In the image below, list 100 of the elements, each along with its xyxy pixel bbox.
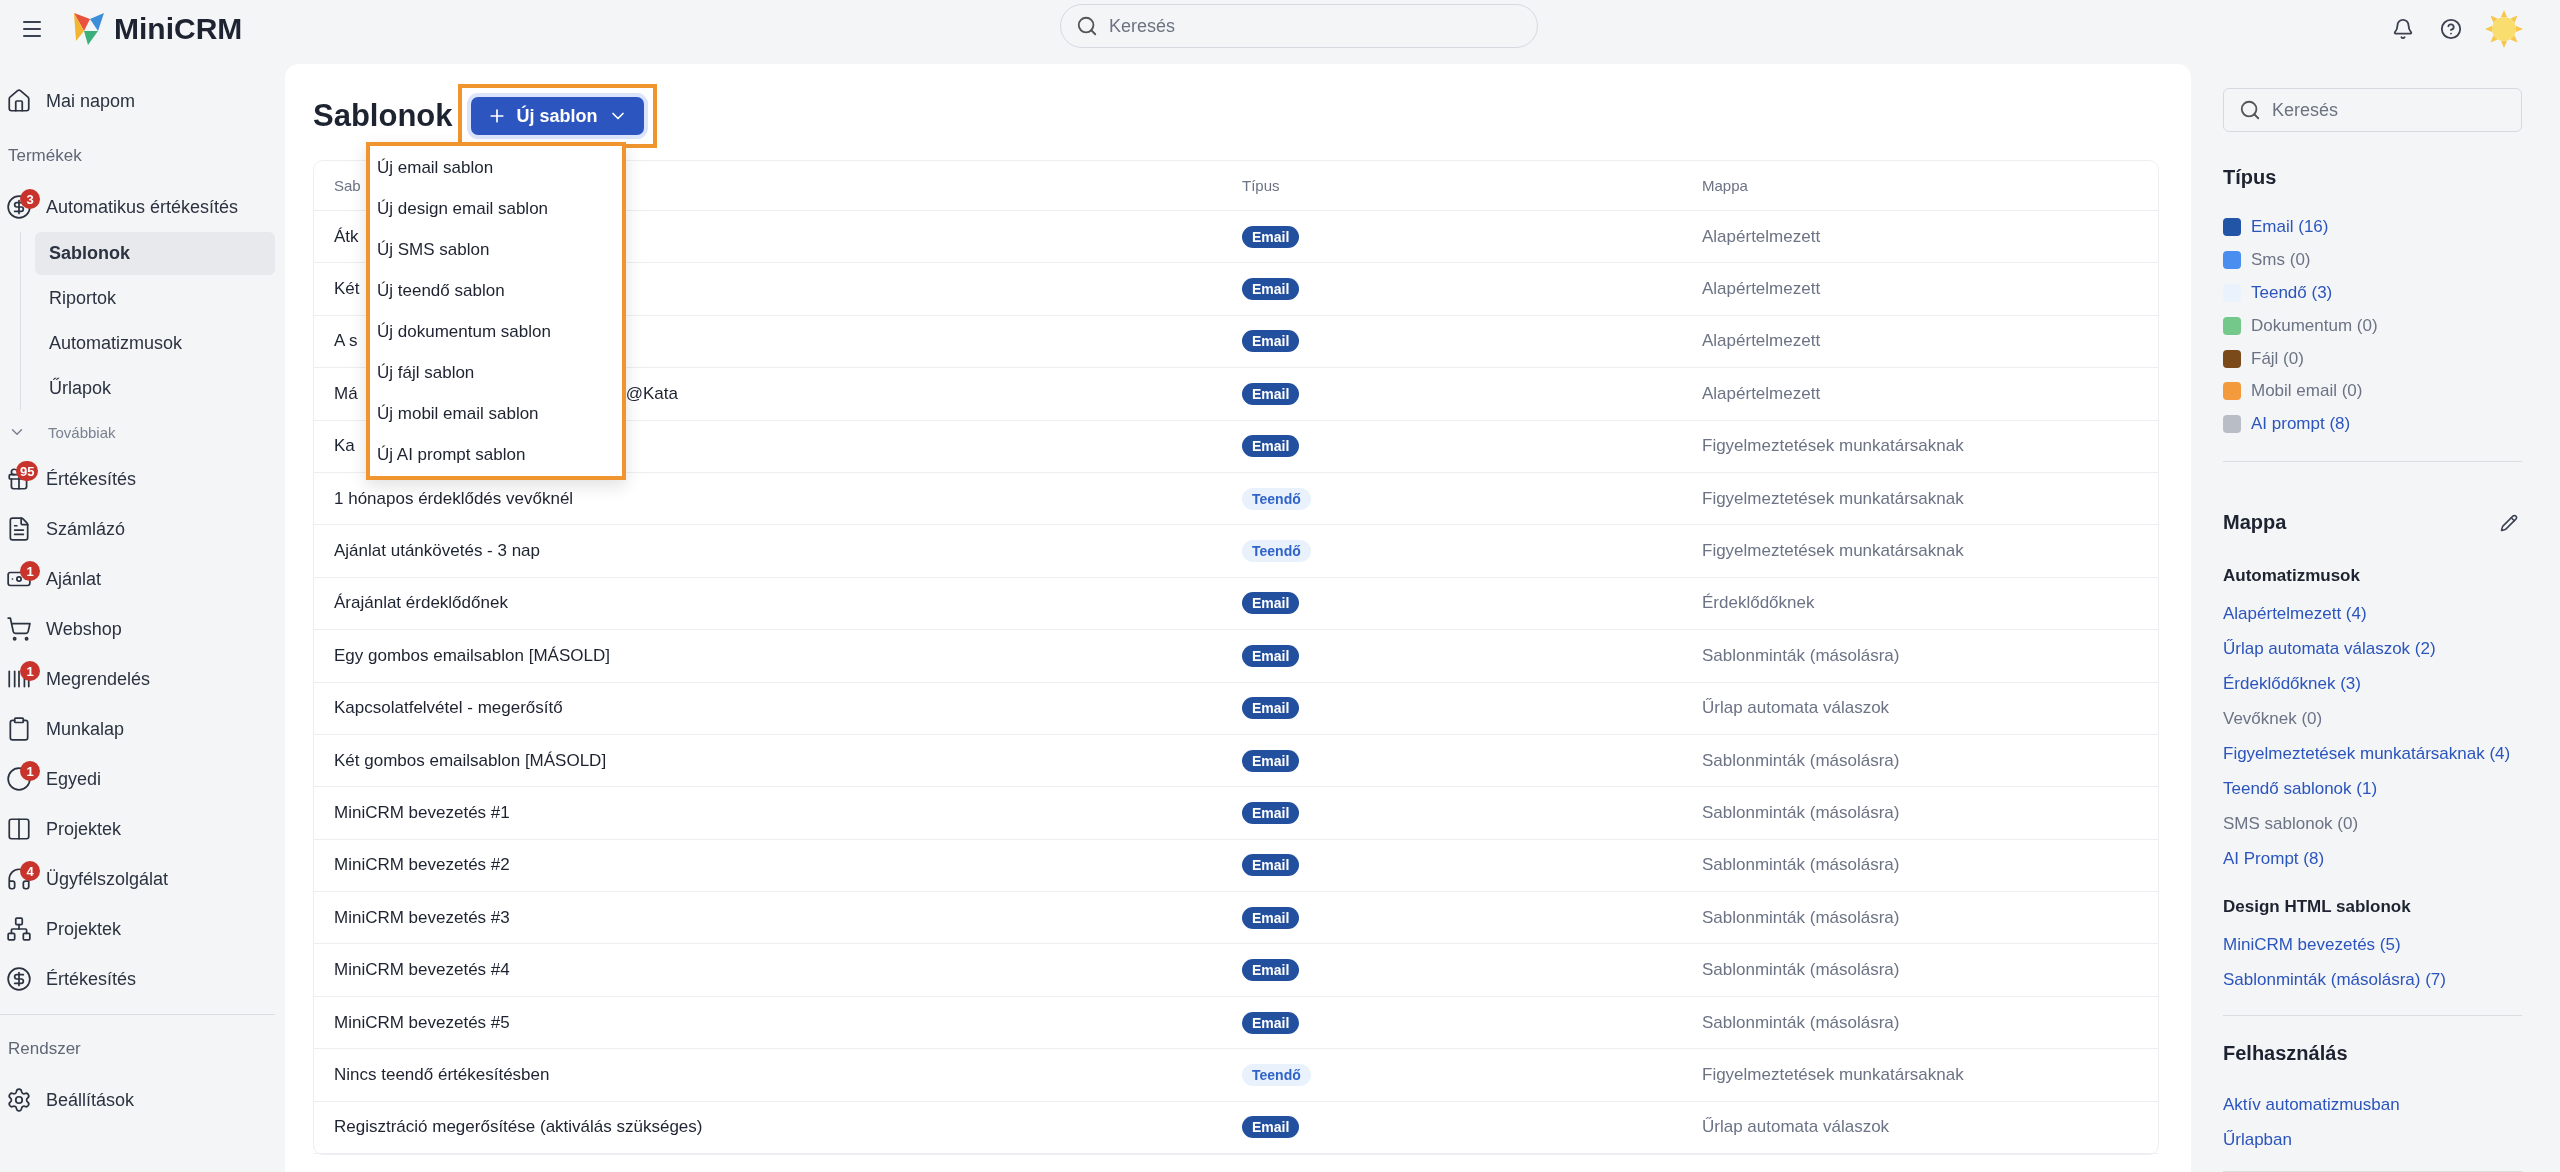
headphones-icon (6, 866, 32, 892)
folder-cell-text: Alapértelmezett (1702, 383, 1822, 404)
sidebar-subitem[interactable]: Automatizmusok (35, 322, 275, 365)
type-badge: Email (1242, 1116, 1300, 1139)
folder-cell-text: Figyelmeztetések munkatársaknak (1702, 436, 1965, 457)
folder-cell-text: Figyelmeztetések munkatársaknak (1702, 488, 1965, 509)
template-name: Kapcsolatfelvétel - megerősítő (334, 698, 563, 719)
menu-item[interactable]: Új email sablon (370, 147, 622, 188)
folder-link[interactable]: MiniCRM bevezetés (5) (2223, 927, 2522, 963)
circle-icon (6, 766, 32, 792)
menu-item[interactable]: Új AI prompt sablon (370, 434, 622, 475)
folder-cell-text: Alapértelmezett (1702, 226, 1822, 247)
folder-link[interactable]: Figyelmeztetések munkatársaknak (4) (2223, 735, 2522, 771)
home-icon (6, 88, 32, 114)
column-header: Sab (334, 177, 362, 194)
sidebar-item[interactable]: 3 Automatikus értékesítés (0, 182, 275, 232)
sidebar-item[interactable]: Számlázó (0, 504, 275, 554)
template-name: Átk (334, 226, 359, 247)
type-badge: Email (1242, 802, 1300, 824)
template-name: Ajánlat utánkövetés - 3 nap (334, 541, 541, 562)
sidebar-item[interactable]: Projektek (0, 904, 275, 954)
type-badge: Teendő (1242, 540, 1311, 563)
folder-cell-text: Sablonminták (másolásra) (1702, 855, 1901, 876)
type-badge: Email (1242, 697, 1300, 720)
column-header: Típus (1242, 177, 1281, 194)
folder-cell-text: Űrlap automata válaszok (1702, 698, 1891, 719)
folder-cell-text: Űrlap automata válaszok (1702, 1117, 1891, 1138)
folder-cell-text: Sablonminták (másolásra) (1702, 960, 1901, 981)
type-badge: Email (1242, 749, 1300, 772)
folder-cell-text: Figyelmeztetések munkatársaknak (1702, 541, 1965, 562)
sidebar-item[interactable]: 95 Értékesítés (0, 454, 275, 504)
sidebar-item[interactable]: 4 Ügyfélszolgálat (0, 854, 275, 904)
template-name: @Kata (625, 383, 678, 404)
search-field[interactable]: Keresés (1060, 4, 1538, 48)
sidebar-item[interactable]: Munkalap (0, 704, 275, 754)
sidebar-item[interactable]: Mai napom (0, 76, 275, 126)
sidebar-item[interactable]: Értékesítés (0, 954, 275, 1004)
menu-item[interactable]: Új design email sablon (370, 188, 622, 229)
sidebar-item[interactable]: Beállítások (0, 1075, 275, 1125)
menu-item[interactable]: Új mobil email sablon (370, 393, 622, 434)
template-name: Ka (334, 436, 355, 457)
template-name: Má (334, 383, 358, 404)
type-filter[interactable]: Teendő (3) (2223, 276, 2522, 310)
type-badge: Teendő (1242, 1063, 1311, 1086)
document-icon (6, 516, 32, 542)
search-icon (1076, 15, 1098, 37)
type-badge: Email (1242, 435, 1300, 458)
folder-link[interactable]: Alapértelmezett (4) (2223, 595, 2522, 631)
type-filter[interactable]: Email (16) (2223, 211, 2522, 244)
filter-title: Típus (2223, 165, 2278, 190)
search-field[interactable]: Keresés (2223, 88, 2522, 132)
group-title: Design HTML sablonok (2223, 896, 2412, 919)
type-badge: Teendő (1242, 487, 1311, 510)
section-label: Termékek (7, 145, 83, 167)
template-name: Két gombos emailsablon [MÁSOLD] (334, 750, 607, 771)
sidebar-item[interactable]: 1 Ajánlat (0, 554, 275, 604)
usage-link[interactable]: Aktív automatizmusban (2223, 1087, 2522, 1122)
template-name: Árajánlat érdeklődőnek (334, 593, 508, 614)
count-badge: 3 (20, 189, 40, 209)
logo-icon (72, 11, 106, 47)
type-badge: Email (1242, 959, 1300, 982)
folder-cell-text: Figyelmeztetések munkatársaknak (1702, 1064, 1965, 1085)
sidebar-subitem[interactable]: Sablonok (35, 232, 275, 275)
folder-cell-text: Sablonminták (másolásra) (1702, 907, 1901, 928)
folder-link[interactable]: Érdeklődőknek (3) (2223, 665, 2522, 701)
folder-cell-text: Alapértelmezett (1702, 331, 1822, 352)
template-name: MiniCRM bevezetés #3 (334, 907, 510, 928)
sidebar-item[interactable]: Webshop (0, 604, 275, 654)
sidebar-item[interactable]: 1 Megrendelés (0, 654, 275, 704)
menu-item[interactable]: Új dokumentum sablon (370, 311, 622, 352)
type-badge: Email (1242, 225, 1300, 248)
sidebar-item[interactable]: Projektek (0, 804, 275, 854)
count-badge: 1 (20, 761, 40, 781)
folder-link[interactable]: Sablonminták (másolásra) (7) (2223, 962, 2522, 998)
menu-item[interactable]: Új teendő sablon (370, 270, 622, 311)
template-name: Regisztráció megerősítése (aktiválás szükséges) (334, 1117, 703, 1138)
menu-item[interactable]: Új fájl sablon (370, 352, 622, 393)
type-badge: Email (1242, 1011, 1300, 1034)
template-name: MiniCRM bevezetés #2 (334, 855, 510, 876)
type-badge: Email (1242, 592, 1300, 615)
count-badge: 4 (20, 861, 40, 881)
sidebar-item[interactable]: 1 Egyedi (0, 754, 275, 804)
type-filter[interactable]: AI prompt (8) (2223, 407, 2522, 441)
cart-icon (6, 616, 32, 642)
menu-item[interactable]: Új SMS sablon (370, 229, 622, 270)
template-name: MiniCRM bevezetés #1 (334, 803, 510, 823)
search-icon (2239, 99, 2261, 121)
template-name: Egy gombos emailsablon [MÁSOLD] (334, 645, 610, 666)
folder-link[interactable]: Teendő sablonok (1) (2223, 770, 2522, 806)
sidebar-subitem[interactable]: Riportok (35, 277, 275, 320)
folder-cell-text: Sablonminták (másolásra) (1702, 803, 1901, 823)
logo-text: MiniCRM (114, 12, 243, 46)
folder-cell-text: Sablonminták (másolásra) (1702, 1012, 1901, 1033)
folder-link[interactable]: AI Prompt (8) (2223, 840, 2522, 876)
folder-link[interactable]: Űrlap automata válaszok (2) (2223, 630, 2522, 666)
usage-link[interactable]: Űrlapban (2223, 1122, 2522, 1157)
count-badge: 95 (16, 461, 39, 481)
more-toggle[interactable]: Továbbiak (0, 410, 275, 454)
sidebar-subitem[interactable]: Űrlapok (35, 367, 275, 410)
dollar-icon (6, 966, 32, 992)
